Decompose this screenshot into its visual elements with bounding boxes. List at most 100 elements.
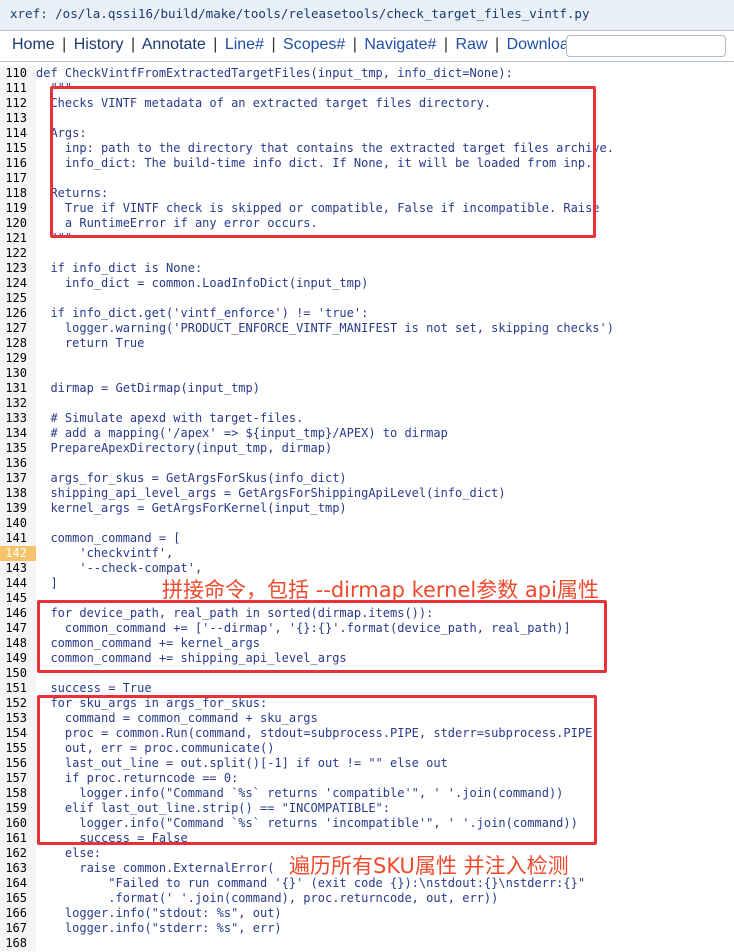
line-number-link[interactable]: 148 xyxy=(0,636,36,651)
line-number-link[interactable]: 139 xyxy=(0,501,36,516)
line-number-link[interactable]: 155 xyxy=(0,741,36,756)
line-number-link[interactable]: 167 xyxy=(0,921,36,936)
line-number-link[interactable]: 147 xyxy=(0,621,36,636)
code-text: logger.info("stderr: %s", err) xyxy=(36,921,282,935)
code-line: 126 if info_dict.get('vintf_enforce') !=… xyxy=(0,306,734,321)
code-line: 111 """ xyxy=(0,81,734,96)
line-number-link[interactable]: 110 xyxy=(0,66,36,81)
line-number-link[interactable]: 161 xyxy=(0,831,36,846)
line-number-link[interactable]: 133 xyxy=(0,411,36,426)
line-number-link[interactable]: 144 xyxy=(0,576,36,591)
line-number-link[interactable]: 146 xyxy=(0,606,36,621)
code-text: success = False xyxy=(36,831,188,845)
source-code-view: 110 def CheckVintfFromExtractedTargetFile… xyxy=(0,66,734,951)
line-number-link[interactable]: 117 xyxy=(0,171,36,186)
line-number-link[interactable]: 158 xyxy=(0,786,36,801)
code-text: common_command += ['--dirmap', '{}:{}'.f… xyxy=(36,621,571,635)
code-line: 124 info_dict = common.LoadInfoDict(inpu… xyxy=(0,276,734,291)
nav-line-numbers-link[interactable]: Line# xyxy=(225,36,264,53)
line-number-link[interactable]: 128 xyxy=(0,336,36,351)
line-number-link[interactable]: 168 xyxy=(0,936,36,951)
code-line: 147 common_command += ['--dirmap', '{}:{… xyxy=(0,621,734,636)
code-text: """ xyxy=(36,81,73,95)
line-number-link[interactable]: 125 xyxy=(0,291,36,306)
nav-annotate-link[interactable]: Annotate xyxy=(142,36,206,53)
line-number-link[interactable]: 140 xyxy=(0,516,36,531)
line-number-link[interactable]: 113 xyxy=(0,111,36,126)
line-number-link[interactable]: 119 xyxy=(0,201,36,216)
search-input[interactable] xyxy=(566,35,726,57)
line-number-link[interactable]: 143 xyxy=(0,561,36,576)
code-text: inp: path to the directory that contains… xyxy=(36,141,614,155)
line-number-link[interactable]: 134 xyxy=(0,426,36,441)
nav-history-link[interactable]: History xyxy=(74,36,124,53)
code-line: 132 xyxy=(0,396,734,411)
line-number-link[interactable]: 121 xyxy=(0,231,36,246)
nav-navigate-link[interactable]: Navigate# xyxy=(364,36,436,53)
code-text: if proc.returncode == 0: xyxy=(36,771,239,785)
line-number-link[interactable]: 131 xyxy=(0,381,36,396)
nav-scopes-link[interactable]: Scopes# xyxy=(283,36,345,53)
line-number-link[interactable]: 149 xyxy=(0,651,36,666)
code-line: 152 for sku_args in args_for_skus: xyxy=(0,696,734,711)
line-number-link[interactable]: 118 xyxy=(0,186,36,201)
line-number-link[interactable]: 114 xyxy=(0,126,36,141)
code-text: common_command += shipping_api_level_arg… xyxy=(36,651,347,665)
line-number-link[interactable]: 163 xyxy=(0,861,36,876)
line-number-link[interactable]: 141 xyxy=(0,531,36,546)
line-number-link[interactable]: 111 xyxy=(0,81,36,96)
line-number-link[interactable]: 122 xyxy=(0,246,36,261)
code-text: kernel_args = GetArgsForKernel(input_tmp… xyxy=(36,501,347,515)
code-line: 142 'checkvintf', xyxy=(0,546,734,561)
line-number-link[interactable]: 150 xyxy=(0,666,36,681)
code-line: 125 xyxy=(0,291,734,306)
line-number-link[interactable]: 130 xyxy=(0,366,36,381)
line-number-link[interactable]: 164 xyxy=(0,876,36,891)
line-number-link[interactable]: 137 xyxy=(0,471,36,486)
line-number-link[interactable]: 152 xyxy=(0,696,36,711)
annotation-iterate-skus: 遍历所有SKU属性 并注入检测 xyxy=(289,854,569,878)
code-text: args_for_skus = GetArgsForSkus(info_dict… xyxy=(36,471,347,485)
line-number-link[interactable]: 162 xyxy=(0,846,36,861)
line-number-link[interactable]: 157 xyxy=(0,771,36,786)
code-line: 121 """ xyxy=(0,231,734,246)
code-line: 154 proc = common.Run(command, stdout=su… xyxy=(0,726,734,741)
line-number-link[interactable]: 127 xyxy=(0,321,36,336)
nav-home-link[interactable]: Home xyxy=(12,36,55,53)
line-number-link[interactable]: 166 xyxy=(0,906,36,921)
line-number-link[interactable]: 160 xyxy=(0,816,36,831)
nav-raw-link[interactable]: Raw xyxy=(455,36,487,53)
code-text: """ xyxy=(36,231,73,245)
code-text: for sku_args in args_for_skus: xyxy=(36,696,268,710)
line-number-link[interactable]: 153 xyxy=(0,711,36,726)
line-number-link[interactable]: 120 xyxy=(0,216,36,231)
code-line: 155 out, err = proc.communicate() xyxy=(0,741,734,756)
line-number-link[interactable]: 159 xyxy=(0,801,36,816)
line-number-link[interactable]: 124 xyxy=(0,276,36,291)
line-number-link[interactable]: 129 xyxy=(0,351,36,366)
line-number-link[interactable]: 138 xyxy=(0,486,36,501)
line-number-link[interactable]: 154 xyxy=(0,726,36,741)
line-number-link[interactable]: 112 xyxy=(0,96,36,111)
line-number-link[interactable]: 132 xyxy=(0,396,36,411)
line-number-link[interactable]: 126 xyxy=(0,306,36,321)
code-line: 130 xyxy=(0,366,734,381)
line-number-link[interactable]: 156 xyxy=(0,756,36,771)
line-number-link[interactable]: 115 xyxy=(0,141,36,156)
code-text: last_out_line = out.split()[-1] if out !… xyxy=(36,756,448,770)
line-number-link[interactable]: 123 xyxy=(0,261,36,276)
line-number-link[interactable]: 116 xyxy=(0,156,36,171)
line-number-link[interactable]: 135 xyxy=(0,441,36,456)
line-number-link[interactable]: 165 xyxy=(0,891,36,906)
line-number-link[interactable]: 151 xyxy=(0,681,36,696)
line-number-link[interactable]: 136 xyxy=(0,456,36,471)
nav-separator: | xyxy=(213,36,218,53)
line-number-link[interactable]: 145 xyxy=(0,591,36,606)
code-line: 157 if proc.returncode == 0: xyxy=(0,771,734,786)
code-line: 110 def CheckVintfFromExtractedTargetFile… xyxy=(0,66,734,81)
nav-separator: | xyxy=(130,36,136,53)
code-line: 128 return True xyxy=(0,336,734,351)
code-line: 168 xyxy=(0,936,734,951)
line-number-link[interactable]: 142 xyxy=(0,546,36,561)
code-text: info_dict = common.LoadInfoDict(input_tm… xyxy=(36,276,369,290)
